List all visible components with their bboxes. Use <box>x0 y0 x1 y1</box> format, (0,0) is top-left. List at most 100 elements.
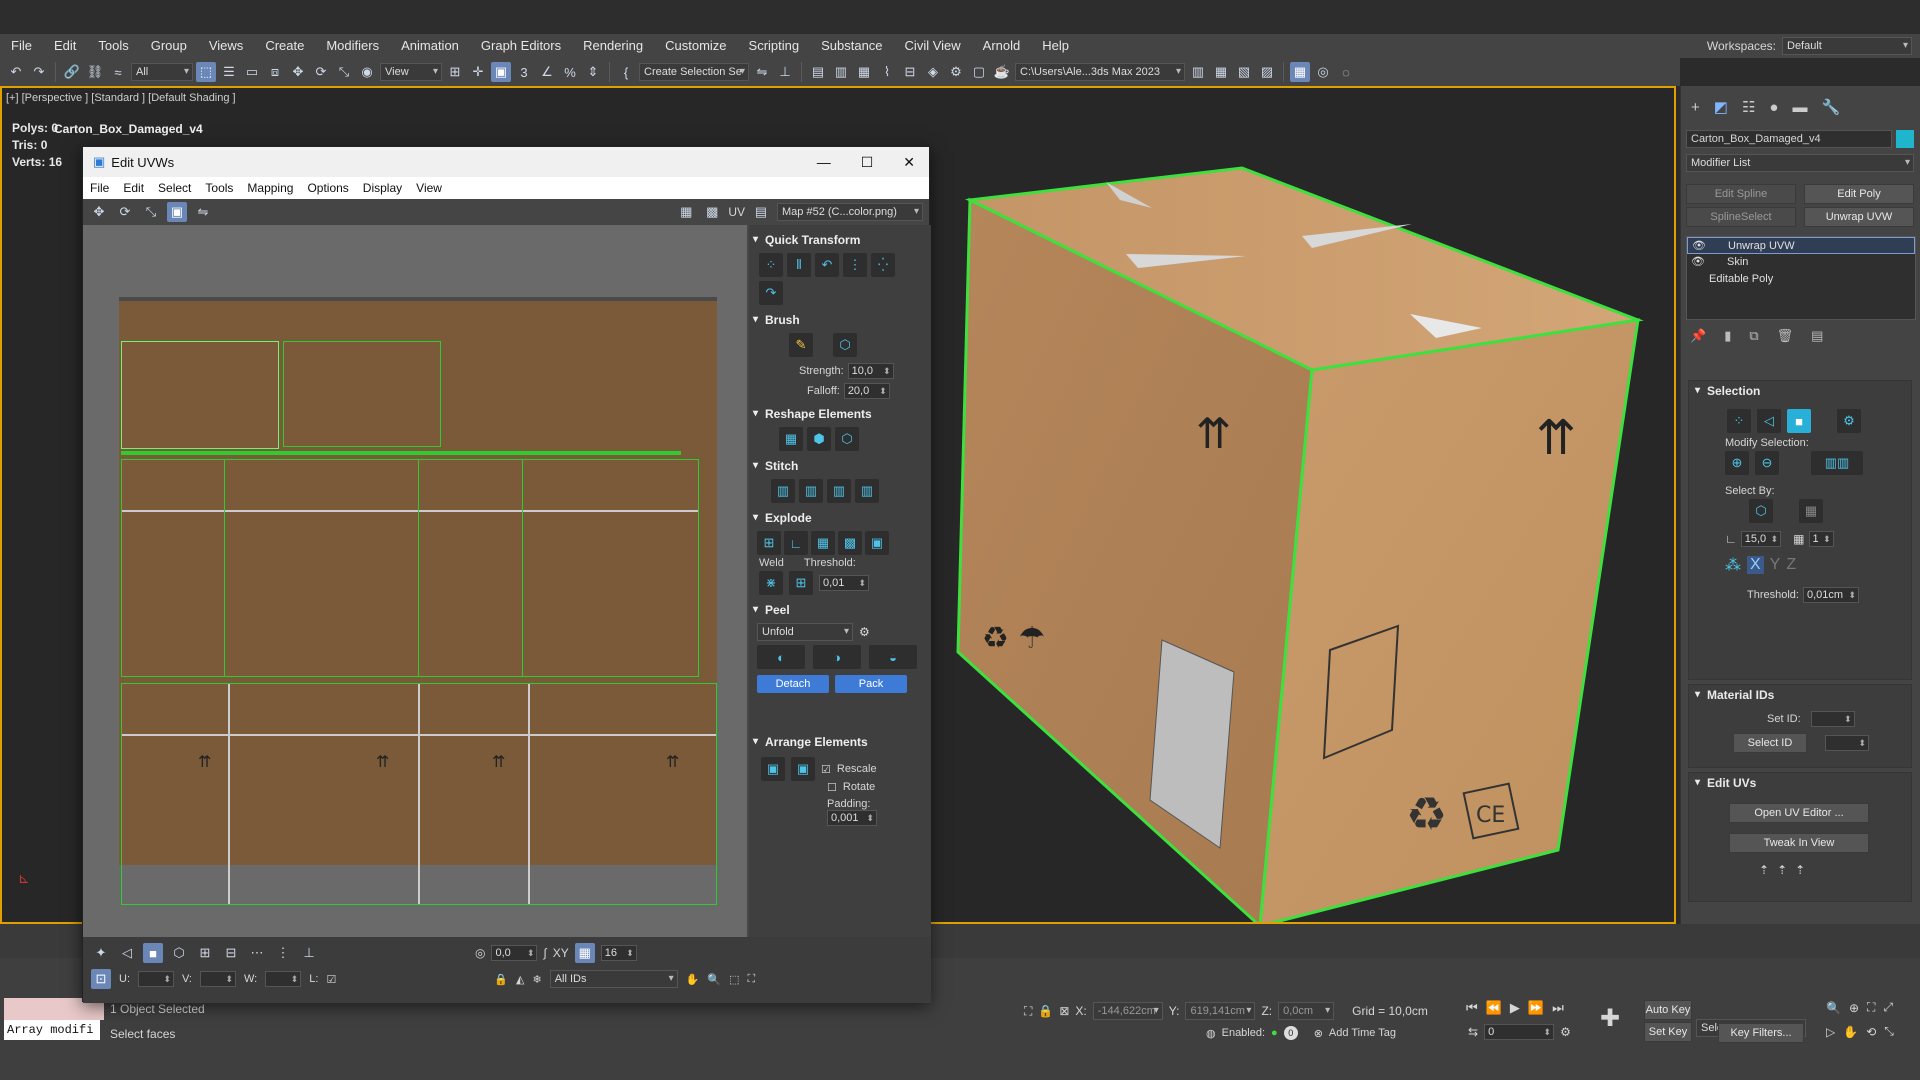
dlg-menu-edit[interactable]: Edit <box>116 181 151 195</box>
selection-set-dropdown[interactable]: Create Selection Se <box>639 63 749 81</box>
loop-count-field[interactable]: 1 <box>1808 531 1834 547</box>
object-name-field[interactable]: Carton_Box_Damaged_v4 <box>1686 130 1892 148</box>
ref-coord-dropdown[interactable]: View <box>380 63 442 81</box>
grow-selection-icon[interactable]: ⊕ <box>1725 451 1749 475</box>
zoom-extents-icon[interactable]: ⛶ <box>748 973 756 986</box>
open-uv-editor-button[interactable]: Open UV Editor ... <box>1729 803 1869 823</box>
display-tab-icon[interactable]: ▬ <box>1792 99 1807 116</box>
pack-together-icon[interactable]: ▣ <box>791 757 815 781</box>
next-frame-icon[interactable]: ⏩ <box>1528 1000 1544 1016</box>
set-id-field[interactable] <box>1810 711 1855 727</box>
key-filters-button[interactable]: Key Filters... <box>1718 1023 1804 1043</box>
l-checkbox[interactable]: ☑ <box>326 973 336 986</box>
mirror-icon[interactable]: ⇋ <box>752 62 772 82</box>
rotate-checkbox[interactable]: ☐ <box>827 781 837 794</box>
relax-icon[interactable]: ⬢ <box>807 427 831 451</box>
unfold-dropdown[interactable]: Unfold <box>757 623 853 641</box>
loop-count-icon[interactable]: ▦ <box>1793 532 1804 546</box>
vertex-select-icon[interactable]: ✦ <box>91 943 111 963</box>
time-tag-icon[interactable]: ⊗ <box>1314 1027 1323 1040</box>
select-manipulate-icon[interactable]: ✛ <box>468 62 488 82</box>
dlg-menu-view[interactable]: View <box>409 181 449 195</box>
project-icon-3[interactable]: ▧ <box>1234 62 1254 82</box>
weld-threshold-field[interactable]: 0,01 <box>819 575 869 591</box>
peel-reset-icon[interactable]: ◒ <box>869 645 917 669</box>
vertex-mode-icon[interactable]: ⁘ <box>1727 409 1751 433</box>
configure-modifier-sets-icon[interactable]: ▤ <box>1811 328 1823 344</box>
w-field[interactable] <box>265 971 302 987</box>
explode-settings-icon[interactable]: ▣ <box>865 531 889 555</box>
modifier-list-dropdown[interactable]: Modifier List <box>1686 154 1914 172</box>
hierarchy-tab-icon[interactable]: ☷ <box>1742 98 1755 116</box>
select-id-button[interactable]: Select ID <box>1733 733 1807 753</box>
align-horizontal-icon[interactable]: ⁘ <box>759 253 783 277</box>
snap-icon[interactable]: 3 <box>514 62 534 82</box>
isolate-icon[interactable]: ⛶ <box>1024 1004 1032 1019</box>
x-coordinate-field[interactable]: -144,622cm <box>1092 1002 1163 1020</box>
set-key-plus-icon[interactable]: ✚ <box>1600 1004 1620 1033</box>
uv-editor-canvas[interactable]: ⇈ ⇈ ⇈ ⇈ <box>83 225 747 937</box>
unlink-icon[interactable]: ⛓ <box>85 62 105 82</box>
zero-badge-icon[interactable]: 0 <box>1283 1026 1298 1040</box>
scale-icon[interactable]: ⤡ <box>334 62 354 82</box>
keyboard-shortcut-icon[interactable]: ▣ <box>491 62 511 82</box>
menu-rendering[interactable]: Rendering <box>572 34 654 58</box>
space-icon[interactable]: ⁛ <box>871 253 895 277</box>
render-frame-icon[interactable]: ▢ <box>969 62 989 82</box>
create-tab-icon[interactable]: + <box>1691 99 1700 116</box>
render-icon[interactable]: ☕ <box>992 62 1012 82</box>
zoom-icon[interactable]: 🔍 <box>1826 1001 1841 1015</box>
uv-move-icon[interactable]: ✥ <box>89 202 109 222</box>
detach-button[interactable]: Detach <box>757 675 829 693</box>
freeze-icon[interactable]: ❄ <box>532 973 541 986</box>
time-config-icon[interactable]: ⚙ <box>1560 1025 1571 1039</box>
current-frame-field[interactable]: 0 <box>1484 1024 1555 1040</box>
set-key-button[interactable]: Set Key <box>1644 1022 1692 1042</box>
selection-filter-dropdown[interactable]: All <box>131 63 193 81</box>
orbit-icon[interactable]: ⟲ <box>1866 1025 1876 1039</box>
go-to-start-icon[interactable]: ⏮ <box>1466 1000 1478 1016</box>
pan-hand-icon[interactable]: ✋ <box>686 973 700 986</box>
menu-animation[interactable]: Animation <box>390 34 470 58</box>
uv-rotate-icon[interactable]: ⟳ <box>115 202 135 222</box>
peel-mode-icon[interactable]: ◑ <box>813 645 861 669</box>
pin-settings-icon[interactable]: ⚙ <box>859 625 870 639</box>
relax-brush-icon[interactable]: ⬡ <box>833 333 857 357</box>
falloff-field[interactable]: 20,0 <box>843 383 890 399</box>
y-axis-icon[interactable]: Y <box>1770 556 1781 574</box>
stitch-title[interactable]: Stitch <box>749 457 931 475</box>
menu-group[interactable]: Group <box>140 34 198 58</box>
schematic-view-icon[interactable]: ⊟ <box>900 62 920 82</box>
weld-selected-icon[interactable]: ⋇ <box>759 571 783 595</box>
y-coordinate-field[interactable]: 619,141cm <box>1185 1002 1256 1020</box>
dlg-menu-select[interactable]: Select <box>151 181 198 195</box>
uv-shell-front[interactable]: ⇈ ⇈ ⇈ ⇈ <box>121 683 717 905</box>
ring-icon[interactable]: ⋮ <box>273 943 293 963</box>
add-time-tag[interactable]: Add Time Tag <box>1329 1027 1396 1039</box>
percent-snap-icon[interactable]: % <box>560 62 580 82</box>
absolute-mode-icon[interactable]: ⊠ <box>1059 1004 1069 1018</box>
dlg-menu-display[interactable]: Display <box>356 181 409 195</box>
padding-field[interactable]: 0,001 <box>827 810 877 826</box>
go-to-end-icon[interactable]: ⏭ <box>1552 1000 1564 1016</box>
threshold-field[interactable]: 0,01cm <box>1802 587 1859 603</box>
face-select-icon[interactable]: ■ <box>143 943 163 963</box>
edit-poly-button[interactable]: Edit Poly <box>1804 184 1914 204</box>
unwrap-uvw-button[interactable]: Unwrap UVW <box>1804 207 1914 227</box>
uv-checker-icon[interactable]: ▦ <box>676 202 696 222</box>
menu-tools[interactable]: Tools <box>87 34 139 58</box>
flatten-icon[interactable]: ▦ <box>811 531 835 555</box>
select-id-field[interactable] <box>1825 735 1869 751</box>
render-setup-icon[interactable]: ⚙ <box>946 62 966 82</box>
place-icon[interactable]: ◉ <box>357 62 377 82</box>
make-unique-icon[interactable]: ⧉ <box>1749 328 1758 344</box>
splineselect-button[interactable]: SplineSelect <box>1686 207 1796 227</box>
peel-title[interactable]: Peel <box>749 601 931 619</box>
zoom-all-icon[interactable]: ⊕ <box>1849 1001 1859 1015</box>
element-mode-icon[interactable]: ⚙ <box>1837 409 1861 433</box>
previous-frame-icon[interactable]: ⏪ <box>1486 1000 1502 1016</box>
enabled-dot-icon[interactable]: ● <box>1271 1027 1278 1039</box>
arnold-icon[interactable]: ◎ <box>1313 62 1333 82</box>
soft-select-value[interactable]: 0,0 <box>491 945 538 961</box>
edge-mode-icon[interactable]: ◁ <box>1757 409 1781 433</box>
